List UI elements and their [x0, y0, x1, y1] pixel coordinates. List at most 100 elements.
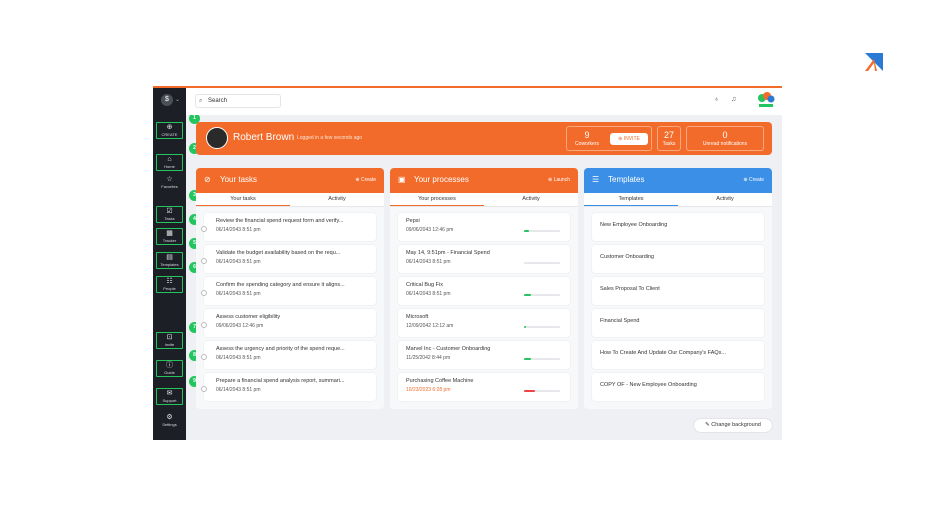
task-card[interactable]: Validate the budget availability based o…	[201, 245, 376, 273]
star-icon: ☆	[166, 176, 173, 183]
task-checkbox[interactable]	[201, 226, 207, 232]
sidebar-item-people[interactable]: ☷ People	[156, 276, 183, 293]
template-title: Customer Onboarding	[600, 254, 655, 260]
task-card[interactable]: Assess customer eligibility 09/06/2043 12…	[201, 309, 376, 337]
process-card[interactable]: Marvel Inc - Customer Onboarding 11/25/20…	[398, 341, 570, 369]
home-icon: ⌂	[167, 156, 172, 163]
grid-icon: ▦	[166, 230, 173, 237]
process-card[interactable]: Critical Bug Fix 06/14/2043 8:51 pm	[398, 277, 570, 305]
sidebar-item-templates[interactable]: ▤ Templates	[156, 252, 183, 269]
task-checkbox[interactable]	[201, 322, 207, 328]
search-placeholder: Search	[208, 98, 228, 104]
search-input[interactable]: ⌕ Search	[195, 94, 281, 108]
template-card[interactable]: COPY OF - New Employee Onboarding	[592, 373, 764, 401]
create-template-button[interactable]: ⊕ Create	[743, 177, 764, 183]
tab-your-processes[interactable]: Your processes	[390, 193, 484, 206]
template-card[interactable]: Financial Spend	[592, 309, 764, 337]
template-title: Sales Proposal To Client	[600, 286, 660, 292]
info-icon: ⓘ	[166, 362, 173, 369]
process-date: 12/09/2042 12:12 am	[406, 323, 454, 329]
search-icon: ⌕	[199, 98, 203, 104]
avatar[interactable]	[206, 127, 228, 149]
top-bar: ⌕ Search ♁ ♫	[186, 88, 782, 115]
coworkers-stat[interactable]: 9 Coworkers ⊕ INVITE	[566, 126, 652, 151]
notifications-count: 0	[722, 130, 728, 140]
sidebar-item-label: Tracker	[162, 238, 177, 243]
template-card[interactable]: How To Create And Update Our Company's F…	[592, 341, 764, 369]
template-card[interactable]: Customer Onboarding	[592, 245, 764, 273]
progress-fill	[524, 230, 530, 232]
process-date: 06/14/2043 8:51 pm	[406, 259, 451, 265]
sidebar-item-invite[interactable]: ⊡ Invite	[156, 332, 183, 349]
sidebar-item-settings[interactable]: ⚙ Settings	[156, 414, 183, 427]
brand-corner-logo-icon	[865, 53, 883, 71]
process-date: 09/06/2043 12:46 pm	[406, 227, 454, 233]
sidebar-item-create[interactable]: ⊕ CREATE	[156, 122, 183, 139]
process-date: 10/23/2023 6:28 pm	[406, 387, 451, 393]
templates-panel-header: ☰ Templates ⊕ Create	[584, 168, 772, 193]
tab-processes-activity[interactable]: Activity	[484, 193, 578, 205]
process-card[interactable]: May 14, 9:51pm - Financial Spend 06/14/20…	[398, 245, 570, 273]
progress-fill	[524, 326, 526, 328]
sidebar-item-tracker[interactable]: ▦ Tracker	[156, 228, 183, 245]
template-title: How To Create And Update Our Company's F…	[600, 350, 726, 356]
task-card[interactable]: Prepare a financial spend analysis repor…	[201, 373, 376, 401]
sidebar-item-tasks[interactable]: ☑ Tasks	[156, 206, 183, 223]
checkbox-icon: ☑	[166, 208, 173, 215]
task-card[interactable]: Review the financial spend request form …	[201, 213, 376, 241]
task-checkbox[interactable]	[201, 290, 207, 296]
chevron-down-icon[interactable]: ⌄	[175, 96, 180, 103]
sidebar-item-favorites[interactable]: ☆ Favorites	[156, 176, 183, 189]
task-card[interactable]: Confirm the spending category and ensure…	[201, 277, 376, 305]
task-checkbox[interactable]	[201, 386, 207, 392]
sidebar-item-label: Templates	[160, 262, 179, 267]
progress-bar	[524, 358, 560, 360]
change-background-button[interactable]: ✎ Change background	[694, 419, 772, 432]
create-task-button[interactable]: ⊕ Create	[355, 177, 376, 183]
sidebar-item-support[interactable]: ✉ Support	[156, 388, 183, 405]
user-banner: Robert Brown Logged in a few seconds ago…	[196, 122, 772, 155]
sidebar-item-guide[interactable]: ⓘ Guide	[156, 360, 183, 377]
template-title: Financial Spend	[600, 318, 640, 324]
template-title: New Employee Onboarding	[600, 222, 668, 228]
template-card[interactable]: New Employee Onboarding	[592, 213, 764, 241]
processes-panel-title: Your processes	[414, 175, 469, 184]
coworkers-count: 9	[584, 130, 590, 140]
process-card[interactable]: Microsoft 12/09/2042 12:12 am	[398, 309, 570, 337]
process-card[interactable]: Purchasing Coffee Machine 10/23/2023 6:28…	[398, 373, 570, 401]
bell-icon[interactable]: ♫	[731, 96, 736, 103]
process-card[interactable]: Pepsi 09/06/2043 12:46 pm	[398, 213, 570, 241]
sidebar-item-label: Invite	[164, 342, 175, 347]
task-title: Assess customer eligibility	[216, 314, 281, 320]
tab-templates-activity[interactable]: Activity	[678, 193, 772, 205]
check-circle-icon: ⊘	[204, 175, 211, 184]
task-checkbox[interactable]	[201, 258, 207, 264]
task-card[interactable]: Assess the urgency and priority of the s…	[201, 341, 376, 369]
sidebar-item-label: CREATE	[161, 132, 178, 137]
tasks-stat[interactable]: 27 Tasks	[657, 126, 681, 151]
tab-templates[interactable]: Templates	[584, 193, 678, 206]
processes-panel: ▣ Your processes ⊕ Launch Your processes…	[390, 168, 578, 409]
lightbulb-icon[interactable]: ♁	[714, 96, 719, 103]
template-card[interactable]: Sales Proposal To Client	[592, 277, 764, 305]
sidebar: $ ⌄ ⊕ CREATE ⌂ Home ☆ Favorites ☑ Tasks ▦ Tracker…	[153, 88, 186, 440]
workspace-avatar[interactable]: $	[161, 94, 173, 106]
tab-your-tasks[interactable]: Your tasks	[196, 193, 290, 206]
process-icon: ▣	[398, 175, 406, 184]
process-title: Purchasing Coffee Machine	[406, 378, 474, 384]
invite-icon: ⊡	[166, 334, 173, 341]
sidebar-item-home[interactable]: ⌂ Home	[156, 154, 183, 171]
templates-panel-title: Templates	[608, 175, 645, 184]
task-title: Review the financial spend request form …	[216, 218, 344, 224]
task-title: Validate the budget availability based o…	[216, 250, 341, 256]
notifications-stat[interactable]: 0 Unread notifications	[686, 126, 764, 151]
progress-bar	[524, 262, 560, 264]
tab-tasks-activity[interactable]: Activity	[290, 193, 384, 205]
sidebar-item-label: People	[163, 286, 176, 291]
sidebar-item-label: Tasks	[164, 216, 175, 221]
launch-process-button[interactable]: ⊕ Launch	[548, 177, 570, 183]
invite-button[interactable]: ⊕ INVITE	[610, 133, 648, 145]
progress-bar	[524, 230, 560, 232]
task-checkbox[interactable]	[201, 354, 207, 360]
sidebar-item-label: Home	[164, 164, 175, 169]
